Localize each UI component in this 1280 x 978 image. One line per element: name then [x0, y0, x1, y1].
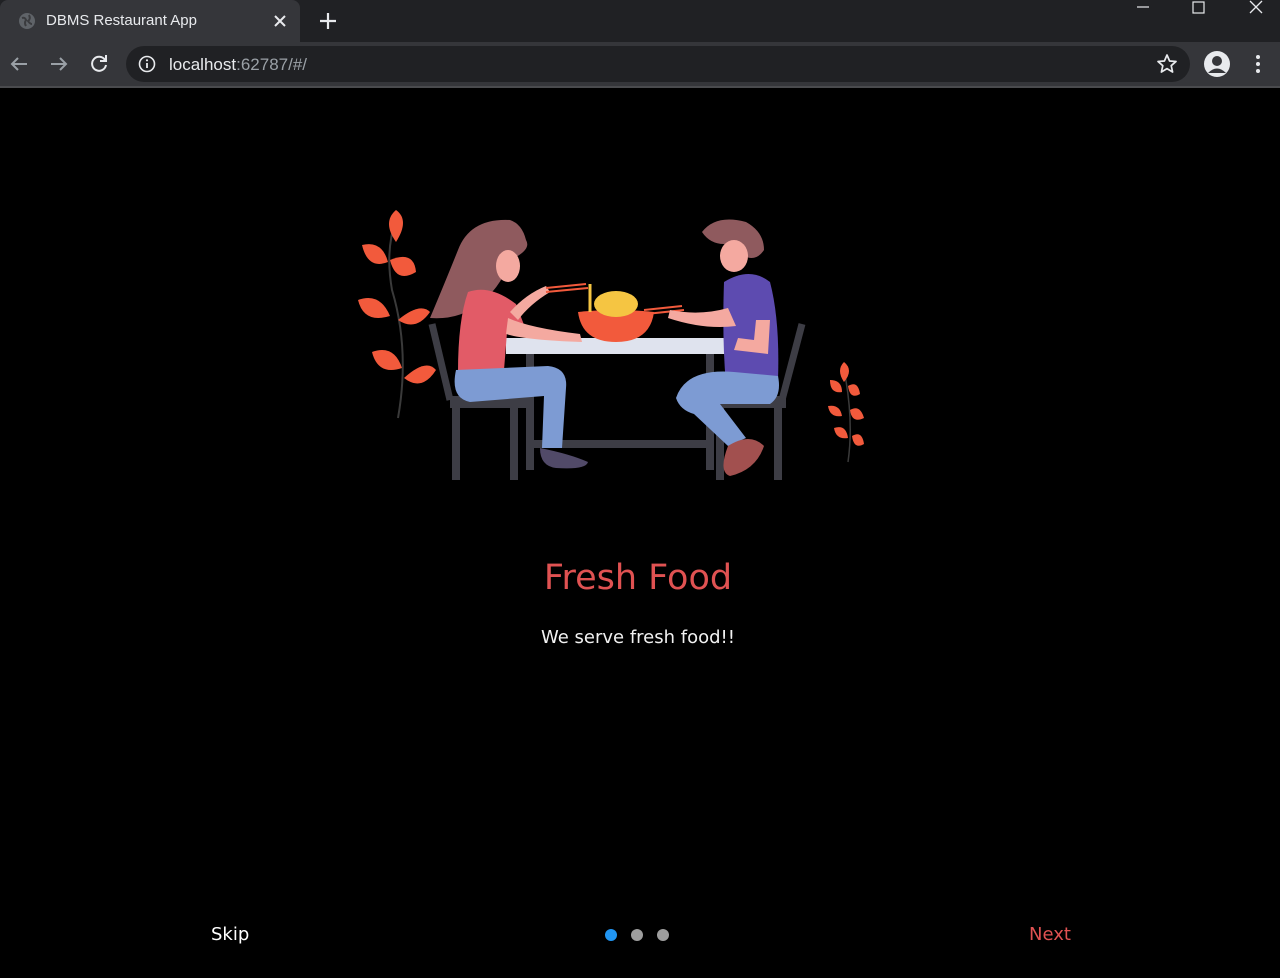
minimize-icon[interactable] [1120, 0, 1166, 18]
address-bar[interactable]: localhost:62787/#/ [126, 46, 1190, 82]
onboarding-subtitle: We serve fresh food!! [541, 627, 735, 648]
page-dot-1[interactable] [605, 929, 617, 941]
toolbar-divider [0, 86, 1280, 88]
bookmark-star-icon[interactable] [1156, 53, 1178, 75]
globe-icon [19, 13, 35, 29]
maximize-icon[interactable] [1176, 0, 1222, 18]
close-tab-icon[interactable] [270, 11, 290, 31]
new-tab-icon[interactable] [316, 9, 340, 33]
back-arrow-icon[interactable] [7, 52, 31, 76]
browser-tab[interactable]: DBMS Restaurant App [0, 0, 300, 42]
window-close-icon[interactable] [1232, 0, 1278, 18]
tab-title: DBMS Restaurant App [46, 12, 197, 29]
more-menu-icon[interactable] [1246, 52, 1270, 76]
profile-avatar-icon[interactable] [1203, 50, 1231, 78]
forward-arrow-icon[interactable] [47, 52, 71, 76]
tab-strip: DBMS Restaurant App [0, 0, 1280, 42]
next-button[interactable]: Next [1029, 924, 1071, 945]
url-path: :62787/#/ [236, 55, 308, 74]
reload-icon[interactable] [87, 52, 111, 76]
page-dot-3[interactable] [657, 929, 669, 941]
url-text[interactable]: localhost:62787/#/ [169, 55, 307, 75]
page-dot-2[interactable] [631, 929, 643, 941]
onboarding-title: Fresh Food [543, 558, 733, 598]
skip-button[interactable]: Skip [211, 924, 249, 945]
browser-toolbar: localhost:62787/#/ [0, 42, 1280, 86]
url-host: localhost [169, 55, 237, 74]
couple-dining-illustration [358, 210, 864, 480]
info-icon[interactable] [138, 55, 156, 73]
